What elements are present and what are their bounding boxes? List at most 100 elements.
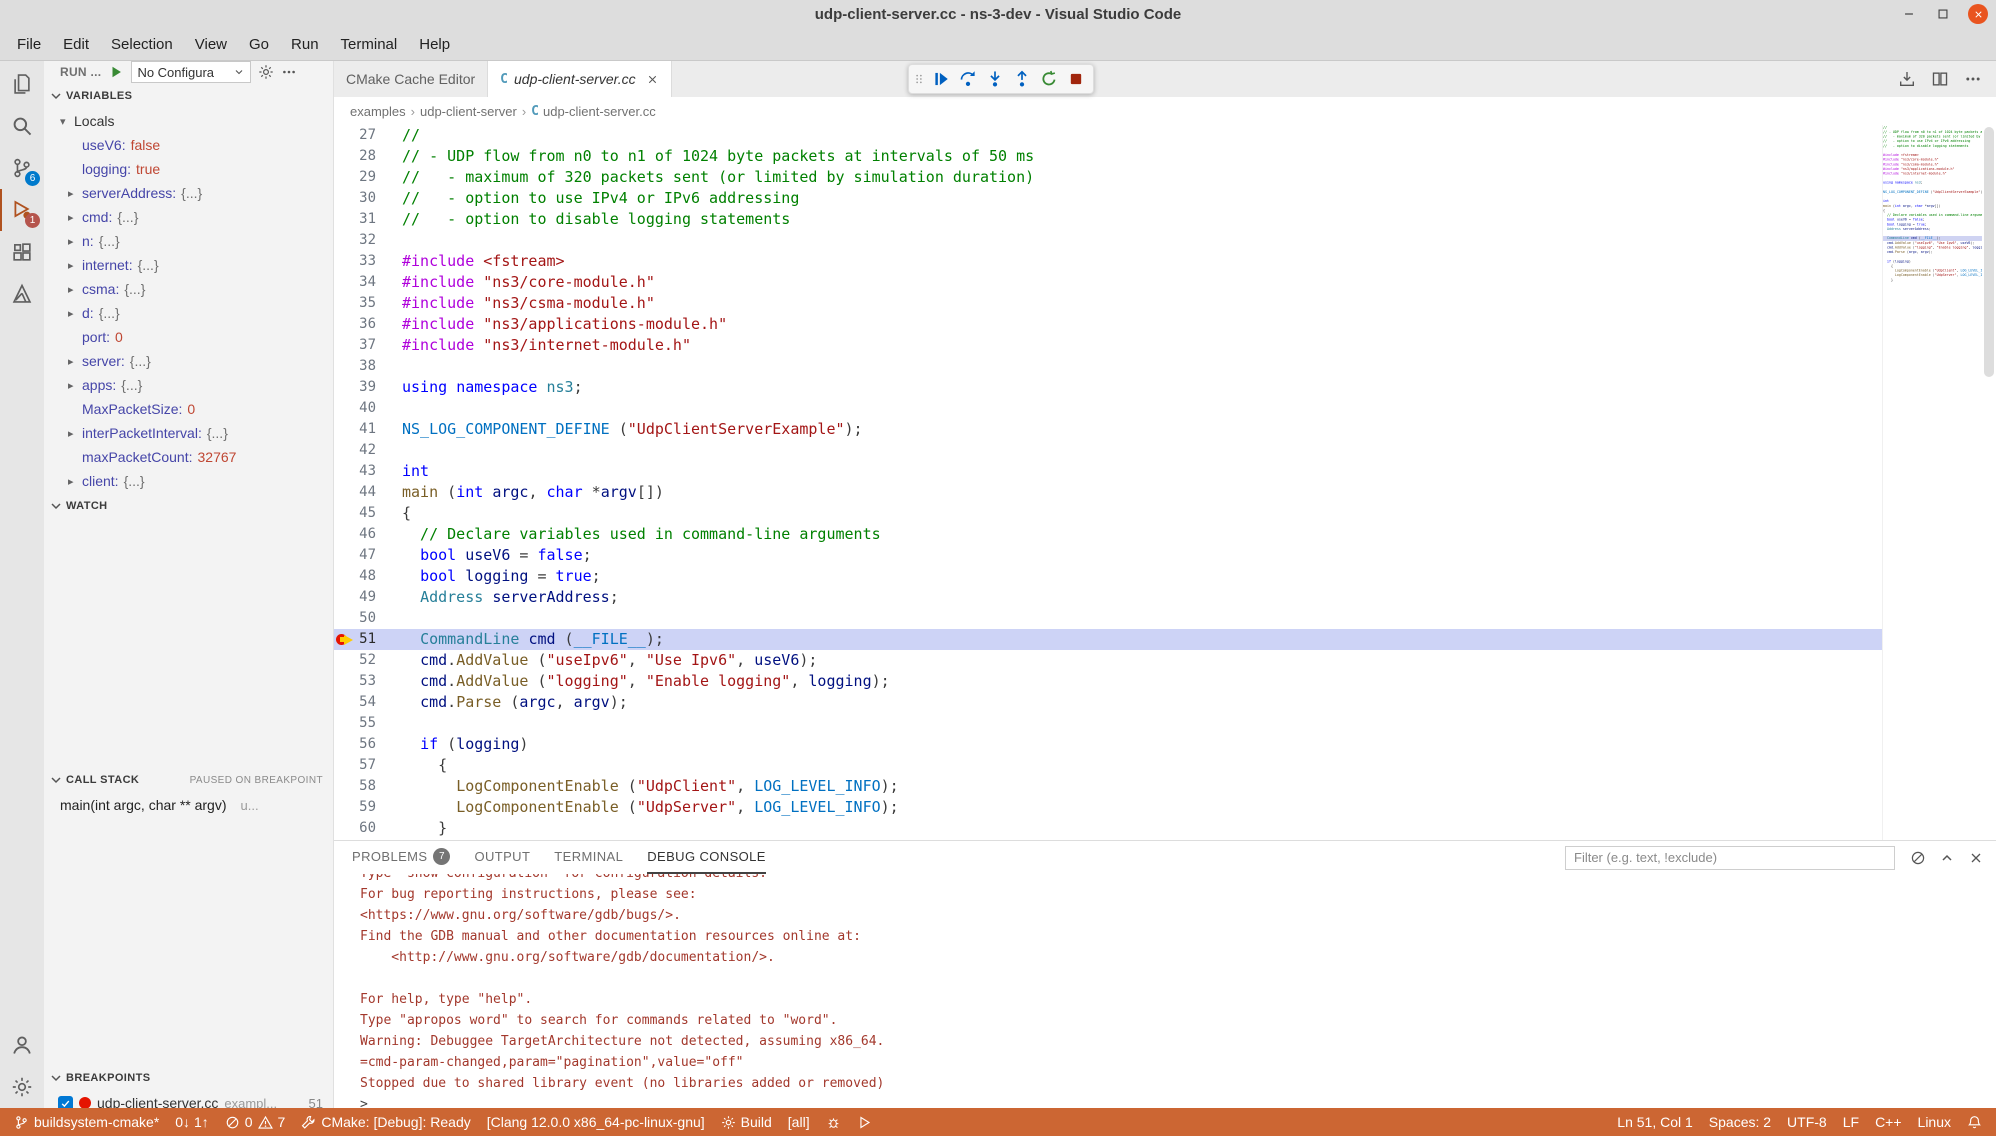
code-editor[interactable]: 27//28// - UDP flow from n0 to n1 of 102… — [334, 125, 1996, 840]
line-number[interactable]: 47 — [356, 545, 376, 566]
menu-terminal[interactable]: Terminal — [330, 28, 409, 60]
variable-n[interactable]: ▸n:{...} — [44, 229, 333, 253]
code-line[interactable]: 39using namespace ns3; — [334, 377, 1882, 398]
line-number[interactable]: 58 — [356, 776, 376, 797]
variable-client[interactable]: ▸client:{...} — [44, 469, 333, 493]
clear-console-icon[interactable] — [1910, 850, 1926, 866]
menu-run[interactable]: Run — [280, 28, 330, 60]
line-number[interactable]: 30 — [356, 188, 376, 209]
line-number[interactable]: 55 — [356, 713, 376, 734]
line-number[interactable]: 49 — [356, 587, 376, 608]
line-number[interactable]: 59 — [356, 797, 376, 818]
watch-header[interactable]: WATCH — [44, 493, 333, 519]
line-number[interactable]: 34 — [356, 272, 376, 293]
restart-button[interactable] — [1035, 65, 1062, 93]
variable-usev6[interactable]: useV6:false — [44, 133, 333, 157]
variable-serveraddress[interactable]: ▸serverAddress:{...} — [44, 181, 333, 205]
line-number[interactable]: 43 — [356, 461, 376, 482]
code-line[interactable]: 30// - option to use IPv4 or IPv6 addres… — [334, 188, 1882, 209]
status-cmake-target[interactable]: [all] — [780, 1108, 818, 1136]
line-number[interactable]: 52 — [356, 650, 376, 671]
line-number[interactable]: 37 — [356, 335, 376, 356]
code-line[interactable]: 60 } — [334, 818, 1882, 839]
line-number[interactable]: 57 — [356, 755, 376, 776]
drag-handle-icon[interactable] — [913, 71, 925, 87]
code-line[interactable]: 50 — [334, 608, 1882, 629]
code-line[interactable]: 43int — [334, 461, 1882, 482]
code-line[interactable]: 34#include "ns3/core-module.h" — [334, 272, 1882, 293]
menu-help[interactable]: Help — [408, 28, 461, 60]
variable-internet[interactable]: ▸internet:{...} — [44, 253, 333, 277]
activitybar-explorer[interactable] — [0, 63, 44, 105]
status-notifications[interactable] — [1959, 1108, 1990, 1136]
variable-logging[interactable]: logging:true — [44, 157, 333, 181]
code-line[interactable]: 29// - maximum of 320 packets sent (or l… — [334, 167, 1882, 188]
panel-tab-output[interactable]: OUTPUT — [474, 841, 530, 874]
status-sync-changes[interactable]: 0↓ 1↑ — [167, 1108, 216, 1136]
line-number[interactable]: 39 — [356, 377, 376, 398]
callstack-header[interactable]: CALL STACK PAUSED ON BREAKPOINT — [44, 767, 333, 793]
line-number[interactable]: 29 — [356, 167, 376, 188]
variable-server[interactable]: ▸server:{...} — [44, 349, 333, 373]
panel-tab-terminal[interactable]: TERMINAL — [554, 841, 623, 874]
line-number[interactable]: 38 — [356, 356, 376, 377]
code-line[interactable]: 54 cmd.Parse (argc, argv); — [334, 692, 1882, 713]
code-line[interactable]: 37#include "ns3/internet-module.h" — [334, 335, 1882, 356]
scrollbar-thumb[interactable] — [1984, 127, 1994, 377]
code-line[interactable]: 47 bool useV6 = false; — [334, 545, 1882, 566]
step-into-button[interactable] — [981, 65, 1008, 93]
status-cursor-position[interactable]: Ln 51, Col 1 — [1609, 1108, 1701, 1136]
status-cmake-status[interactable]: CMake: [Debug]: Ready — [293, 1108, 478, 1136]
activitybar-run-and-debug[interactable]: 1 — [0, 189, 44, 231]
line-number[interactable]: 56 — [356, 734, 376, 755]
debug-more-actions-icon[interactable] — [281, 64, 297, 80]
status-os-indicator[interactable]: Linux — [1910, 1108, 1959, 1136]
code-line[interactable]: 46 // Declare variables used in command-… — [334, 524, 1882, 545]
code-line[interactable]: 41NS_LOG_COMPONENT_DEFINE ("UdpClientSer… — [334, 419, 1882, 440]
debug-config-dropdown[interactable]: No Configura — [131, 61, 251, 83]
editor-scrollbar[interactable] — [1982, 125, 1996, 840]
variable-port[interactable]: port:0 — [44, 325, 333, 349]
variable-csma[interactable]: ▸csma:{...} — [44, 277, 333, 301]
status-indentation[interactable]: Spaces: 2 — [1701, 1108, 1779, 1136]
maximize-button[interactable] — [1934, 5, 1952, 23]
line-number[interactable]: 27 — [356, 125, 376, 146]
maximize-panel-icon[interactable] — [1939, 850, 1955, 866]
code-line[interactable]: 55 — [334, 713, 1882, 734]
line-number[interactable]: 28 — [356, 146, 376, 167]
line-number[interactable]: 53 — [356, 671, 376, 692]
status-encoding[interactable]: UTF-8 — [1779, 1108, 1835, 1136]
code-line[interactable]: 59 LogComponentEnable ("UdpServer", LOG_… — [334, 797, 1882, 818]
variable-maxpacketcount[interactable]: maxPacketCount:32767 — [44, 445, 333, 469]
tab-cmake-cache-editor[interactable]: CMake Cache Editor — [334, 61, 488, 97]
open-editors-icon[interactable] — [1898, 70, 1916, 88]
menu-file[interactable]: File — [6, 28, 52, 60]
console-filter-input[interactable] — [1565, 846, 1895, 870]
line-number[interactable]: 33 — [356, 251, 376, 272]
code-line[interactable]: 38 — [334, 356, 1882, 377]
start-debugging-icon[interactable] — [108, 64, 124, 80]
code-line[interactable]: 49 Address serverAddress; — [334, 587, 1882, 608]
code-line[interactable]: 33#include <fstream> — [334, 251, 1882, 272]
line-number[interactable]: 50 — [356, 608, 376, 629]
code-line[interactable]: 32 — [334, 230, 1882, 251]
line-number[interactable]: 51 — [356, 629, 376, 650]
status-git-branch[interactable]: buildsystem-cmake* — [6, 1108, 167, 1136]
variable-maxpacketsize[interactable]: MaxPacketSize:0 — [44, 397, 333, 421]
code-line[interactable]: 44main (int argc, char *argv[]) — [334, 482, 1882, 503]
variable-d[interactable]: ▸d:{...} — [44, 301, 333, 325]
code-line[interactable]: 28// - UDP flow from n0 to n1 of 1024 by… — [334, 146, 1882, 167]
line-number[interactable]: 41 — [356, 419, 376, 440]
code-line[interactable]: 31// - option to disable logging stateme… — [334, 209, 1882, 230]
code-line[interactable]: 58 LogComponentEnable ("UdpClient", LOG_… — [334, 776, 1882, 797]
code-line[interactable]: 53 cmd.AddValue ("logging", "Enable logg… — [334, 671, 1882, 692]
line-number[interactable]: 40 — [356, 398, 376, 419]
debug-settings-gear-icon[interactable] — [258, 64, 274, 80]
activitybar-source-control[interactable]: 6 — [0, 147, 44, 189]
breakpoint-checkbox[interactable] — [58, 1096, 73, 1109]
line-number[interactable]: 48 — [356, 566, 376, 587]
code-line[interactable]: 45{ — [334, 503, 1882, 524]
activitybar-settings[interactable] — [0, 1066, 44, 1108]
continue-button[interactable] — [927, 65, 954, 93]
menu-go[interactable]: Go — [238, 28, 280, 60]
